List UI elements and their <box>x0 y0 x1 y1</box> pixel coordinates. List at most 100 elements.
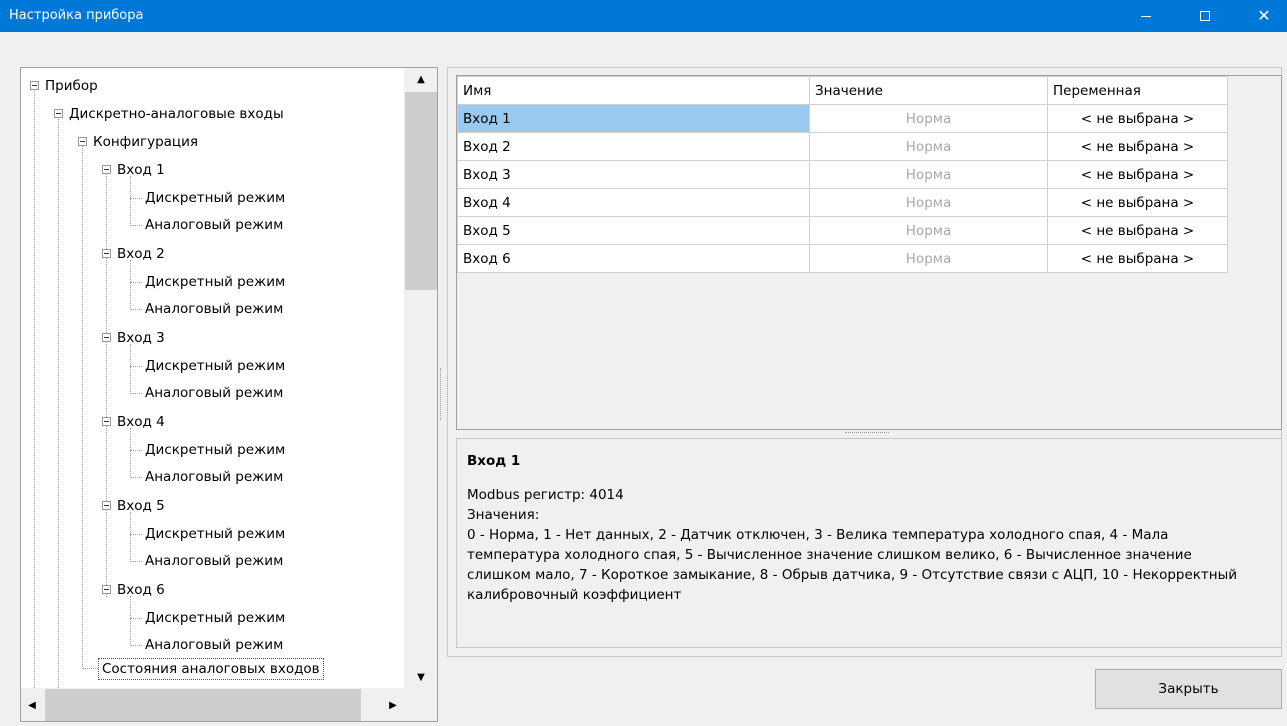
description-panel: Вход 1 Modbus регистр: 4014 Значения: 0 … <box>456 438 1282 648</box>
device-tree[interactable]: Прибор Дискретно-аналоговые входы Конфиг… <box>20 67 438 722</box>
tree-node-analog-mode[interactable]: Аналоговый режим <box>145 214 283 236</box>
scroll-right-arrow-icon[interactable]: ▶ <box>382 688 404 721</box>
table-header-row: Имя Значение Переменная <box>457 76 1228 105</box>
cell-value: Норма <box>809 244 1048 273</box>
tree-node-input[interactable]: Вход 3 <box>117 327 165 349</box>
tree-node-analog-mode[interactable]: Аналоговый режим <box>145 466 283 488</box>
tree-connector <box>130 198 142 199</box>
cell-variable[interactable]: < не выбрана > <box>1047 132 1228 161</box>
tree-node-discrete-mode[interactable]: Дискретный режим <box>145 271 285 293</box>
tree-node-root[interactable]: Прибор <box>45 75 98 97</box>
table-row[interactable]: Вход 2 Норма < не выбрана > <box>457 132 1228 161</box>
horizontal-splitter-grip[interactable] <box>845 432 889 435</box>
scroll-left-arrow-icon[interactable]: ◀ <box>21 688 43 721</box>
column-header-name[interactable]: Имя <box>457 76 810 105</box>
tree-connector <box>130 393 142 394</box>
tree-connector <box>130 176 131 224</box>
tree-node-analog-mode[interactable]: Аналоговый режим <box>145 550 283 572</box>
tree-node-analog-mode[interactable]: Аналоговый режим <box>145 634 283 656</box>
table-row[interactable]: Вход 6 Норма < не выбрана > <box>457 244 1228 273</box>
cell-value: Норма <box>809 216 1048 245</box>
column-header-variable[interactable]: Переменная <box>1047 76 1228 105</box>
scroll-down-arrow-icon[interactable]: ▼ <box>404 666 437 688</box>
maximize-button[interactable] <box>1182 0 1228 32</box>
tree-node-discrete-mode[interactable]: Дискретный режим <box>145 355 285 377</box>
tree-connector <box>130 309 142 310</box>
tree-connector <box>130 512 131 560</box>
cell-value: Норма <box>809 188 1048 217</box>
cell-name[interactable]: Вход 3 <box>457 160 810 189</box>
tree-node-input[interactable]: Вход 6 <box>117 579 165 601</box>
tree-node-input[interactable]: Вход 4 <box>117 411 165 433</box>
tree-node-discrete-mode[interactable]: Дискретный режим <box>145 607 285 629</box>
cell-variable[interactable]: < не выбрана > <box>1047 188 1228 217</box>
tree-node-discrete-mode[interactable]: Дискретный режим <box>145 523 285 545</box>
tree-node-analog-mode[interactable]: Аналоговый режим <box>145 382 283 404</box>
device-settings-window: Настройка прибора ✕ Прибор Дискретно-ана… <box>0 0 1287 726</box>
tree-node-group[interactable]: Дискретно-аналоговые входы <box>69 103 284 125</box>
tree-connector <box>130 596 131 644</box>
tree-node-input[interactable]: Вход 5 <box>117 495 165 517</box>
vertical-splitter-grip[interactable] <box>440 368 443 420</box>
tree-node-discrete-mode[interactable]: Дискретный режим <box>145 439 285 461</box>
tree-node-input[interactable]: Вход 2 <box>117 243 165 265</box>
minimize-icon <box>1141 15 1151 17</box>
collapse-toggle-icon[interactable] <box>102 585 111 594</box>
values-description: 0 - Норма, 1 - Нет данных, 2 - Датчик от… <box>467 527 1238 603</box>
cell-name[interactable]: Вход 4 <box>457 188 810 217</box>
collapse-toggle-icon[interactable] <box>78 137 87 146</box>
modbus-register: Modbus регистр: 4014 <box>467 487 624 503</box>
horizontal-scroll-thumb[interactable] <box>45 689 361 721</box>
collapse-toggle-icon[interactable] <box>54 109 63 118</box>
table-row[interactable]: Вход 1 Норма < не выбрана > <box>457 104 1228 133</box>
tree-connector <box>106 169 107 597</box>
tree-connector <box>130 645 142 646</box>
tree-connector <box>130 477 142 478</box>
tree-connector <box>34 86 35 690</box>
cell-variable[interactable]: < не выбрана > <box>1047 104 1228 133</box>
cell-name[interactable]: Вход 6 <box>457 244 810 273</box>
close-window-button[interactable]: ✕ <box>1241 0 1287 32</box>
cell-value: Норма <box>809 160 1048 189</box>
tree-content: Прибор Дискретно-аналоговые входы Конфиг… <box>21 68 406 690</box>
close-icon: ✕ <box>1257 6 1271 25</box>
tree-node-input[interactable]: Вход 1 <box>117 159 165 181</box>
cell-value: Норма <box>809 132 1048 161</box>
tree-node-config[interactable]: Конфигурация <box>93 131 198 153</box>
cell-name[interactable]: Вход 2 <box>457 132 810 161</box>
tree-node-analog-input-states[interactable]: Состояния аналоговых входов <box>98 658 324 680</box>
vertical-scroll-thumb[interactable] <box>405 92 437 290</box>
cell-variable[interactable]: < не выбрана > <box>1047 160 1228 189</box>
collapse-toggle-icon[interactable] <box>30 81 39 90</box>
cell-variable[interactable]: < не выбрана > <box>1047 244 1228 273</box>
table-row[interactable]: Вход 3 Норма < не выбрана > <box>457 160 1228 189</box>
description-title: Вход 1 <box>467 453 521 469</box>
tree-connector <box>130 561 142 562</box>
title-bar[interactable]: Настройка прибора ✕ <box>0 0 1287 32</box>
cell-name[interactable]: Вход 5 <box>457 216 810 245</box>
column-header-value[interactable]: Значение <box>809 76 1048 105</box>
tree-connector <box>130 618 142 619</box>
values-label: Значения: <box>467 507 540 523</box>
tree-connector <box>130 282 142 283</box>
tree-vertical-scrollbar[interactable]: ▲ ▼ <box>404 68 437 688</box>
collapse-toggle-icon[interactable] <box>102 249 111 258</box>
cell-value: Норма <box>809 104 1048 133</box>
scroll-up-arrow-icon[interactable]: ▲ <box>404 68 437 90</box>
tree-connector <box>130 428 131 476</box>
tree-node-discrete-mode[interactable]: Дискретный режим <box>145 187 285 209</box>
close-button[interactable]: Закрыть <box>1095 669 1282 709</box>
table-row[interactable]: Вход 4 Норма < не выбрана > <box>457 188 1228 217</box>
tree-node-analog-mode[interactable]: Аналоговый режим <box>145 298 283 320</box>
cell-variable[interactable]: < не выбрана > <box>1047 216 1228 245</box>
collapse-toggle-icon[interactable] <box>102 165 111 174</box>
inputs-grid[interactable]: Имя Значение Переменная Вход 1 Норма < н… <box>456 75 1282 430</box>
cell-name[interactable]: Вход 1 <box>457 104 810 133</box>
table-row[interactable]: Вход 5 Норма < не выбрана > <box>457 216 1228 245</box>
minimize-button[interactable] <box>1123 0 1169 32</box>
collapse-toggle-icon[interactable] <box>102 333 111 342</box>
collapse-toggle-icon[interactable] <box>102 417 111 426</box>
collapse-toggle-icon[interactable] <box>102 501 111 510</box>
tree-connector <box>130 225 142 226</box>
tree-horizontal-scrollbar[interactable]: ◀ ▶ <box>21 688 404 721</box>
